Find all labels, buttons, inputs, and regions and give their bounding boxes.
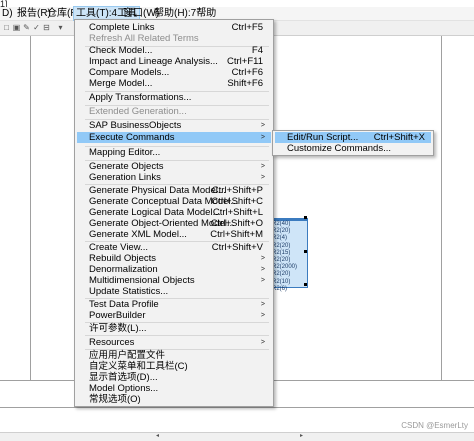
edit-icon[interactable]: ✎	[22, 23, 31, 32]
menu-item-update-statistics[interactable]: Update Statistics...	[77, 286, 271, 297]
left-panel-border	[30, 36, 31, 380]
menu-item-powerbuilder[interactable]: PowerBuilder >	[77, 310, 271, 321]
menu-item-multidimensional-objects[interactable]: Multidimensional Objects >	[77, 275, 271, 286]
new-icon[interactable]: □	[2, 23, 11, 32]
menu-item-customize-commands[interactable]: Customize Commands...	[275, 143, 431, 154]
column-type: R2(10)	[272, 278, 291, 285]
link-icon[interactable]: ⊟	[42, 23, 51, 32]
column-type: R2(40)	[272, 221, 291, 227]
execute-commands-submenu: Edit/Run Script... Ctrl+Shift+X Customize…	[272, 130, 434, 156]
column-type: R2(4)	[272, 235, 288, 242]
menu-item-extended-generation[interactable]: Extended Generation...	[77, 106, 271, 117]
menu-item-check-model[interactable]: Check Model... F4	[77, 45, 271, 56]
selection-handle[interactable]	[304, 250, 307, 253]
chevron-down-icon[interactable]: ▾	[56, 23, 65, 32]
submenu-arrow-icon: >	[260, 339, 265, 346]
menu-item-generate-oom[interactable]: Generate Object-Oriented Model... Ctrl+Sh…	[77, 218, 271, 229]
selection-handle[interactable]	[304, 283, 307, 286]
menu-item-general-options[interactable]: 常规选项(O)	[77, 394, 271, 405]
menu-item-customize-menus-toolbars[interactable]: 自定义菜单和工具栏(C)	[77, 361, 271, 372]
open-icon[interactable]: ▣	[12, 23, 21, 32]
menu-item-generate-cdm[interactable]: Generate Conceptual Data Model... Ctrl+Sh…	[77, 196, 271, 207]
menu-item-create-view[interactable]: Create View... Ctrl+Shift+V	[77, 242, 271, 253]
column-type: R2(20)	[272, 228, 291, 235]
menu-item-generate-ldm[interactable]: Generate Logical Data Model... Ctrl+Shift…	[77, 207, 271, 218]
menu-item-sap-businessobjects[interactable]: SAP BusinessObjects >	[77, 120, 271, 131]
menu-item-complete-links[interactable]: Complete Links Ctrl+F5	[77, 22, 271, 33]
submenu-arrow-icon: >	[260, 174, 265, 181]
menu-item-execute-commands[interactable]: Execute Commands >	[77, 132, 271, 143]
menu-item-compare-models[interactable]: Compare Models... Ctrl+F6	[77, 67, 271, 78]
column-type: R2(2000)	[272, 264, 298, 271]
column-type: R2(6)	[272, 285, 288, 292]
menu-item-generate-objects[interactable]: Generate Objects >	[77, 161, 271, 172]
column-type: R2(20)	[272, 257, 291, 264]
output-panel-border	[0, 407, 474, 408]
menu-item-display-preferences[interactable]: 显示首选项(D)...	[77, 372, 271, 383]
check-icon[interactable]: ✓	[32, 23, 41, 32]
menu-item-apply-transformations[interactable]: Apply Transformations...	[77, 92, 271, 103]
menu-item-merge-model[interactable]: Merge Model... Shift+F6	[77, 78, 271, 89]
submenu-arrow-icon: >	[260, 134, 265, 141]
menu-item-mapping-editor[interactable]: Mapping Editor...	[77, 147, 271, 158]
menu-file-fragment[interactable]: D)	[0, 7, 15, 20]
menu-item-impact-lineage[interactable]: Impact and Lineage Analysis... Ctrl+F11	[77, 56, 271, 67]
menu-item-apply-user-profile[interactable]: 应用用户配置文件	[77, 350, 271, 361]
watermark: CSDN @EsmerLty	[401, 421, 468, 430]
menu-item-generate-pdm[interactable]: Generate Physical Data Model... Ctrl+Shif…	[77, 185, 271, 196]
right-panel-border	[441, 36, 442, 380]
menu-item-denormalization[interactable]: Denormalization >	[77, 264, 271, 275]
tools-menu: Complete Links Ctrl+F5 Refresh All Relate…	[74, 19, 274, 407]
column-type: R2(20)	[272, 271, 291, 278]
column-type: R2(20)	[272, 242, 291, 249]
table-entity[interactable]: R2(40) R2(20) R2(4) R2(20) R2(15) R2(20)…	[268, 218, 308, 292]
menu-item-test-data-profile[interactable]: Test Data Profile >	[77, 299, 271, 310]
menu-item-model-options[interactable]: Model Options...	[77, 383, 271, 394]
submenu-arrow-icon: >	[260, 163, 265, 170]
submenu-arrow-icon: >	[260, 277, 265, 284]
menu-item-edit-run-script[interactable]: Edit/Run Script... Ctrl+Shift+X	[275, 132, 431, 143]
submenu-arrow-icon: >	[260, 266, 265, 273]
menu-item-resources[interactable]: Resources >	[77, 337, 271, 348]
scroll-right-icon[interactable]: ▸	[300, 433, 306, 439]
selection-handle[interactable]	[304, 216, 307, 219]
submenu-arrow-icon: >	[260, 312, 265, 319]
menu-item-generate-xml[interactable]: Generate XML Model... Ctrl+Shift+M	[77, 229, 271, 240]
menu-item-rebuild-objects[interactable]: Rebuild Objects >	[77, 253, 271, 264]
scroll-left-icon[interactable]: ◂	[156, 433, 162, 439]
submenu-arrow-icon: >	[260, 122, 265, 129]
menu-separator	[85, 335, 269, 336]
submenu-arrow-icon: >	[260, 255, 265, 262]
menu-item-generation-links[interactable]: Generation Links >	[77, 172, 271, 183]
menu-item-refresh-related-terms[interactable]: Refresh All Related Terms	[77, 33, 271, 44]
menu-item-license-parameters[interactable]: 许可参数(L)...	[77, 323, 271, 334]
column-type: R2(15)	[272, 249, 291, 256]
submenu-arrow-icon: >	[260, 301, 265, 308]
